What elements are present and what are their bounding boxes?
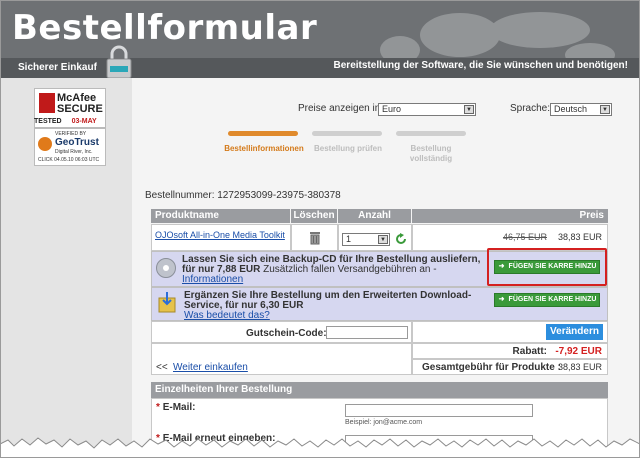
current-price: 38,83 EUR	[557, 232, 602, 242]
coupon-code-input[interactable]	[326, 326, 408, 339]
details-heading: Einzelheiten Ihrer Bestellung	[151, 382, 608, 398]
coupon-cell: Gutschein-Code:	[151, 321, 412, 343]
col-qty: Anzahl	[338, 209, 411, 223]
padlock-icon	[106, 45, 132, 79]
step-label-3: Bestellung vollständig	[409, 144, 453, 163]
language-label: Sprache:	[510, 103, 551, 114]
order-number-value: 1272953099-23975-380378	[217, 190, 341, 201]
price-cell: 46,75 EUR 38,83 EUR	[412, 224, 608, 251]
col-delete: Löschen	[291, 209, 337, 223]
header-subtitle: Bereitstellung der Software, die Sie wün…	[333, 60, 628, 71]
step-bar-2	[312, 131, 382, 136]
geotrust-logo-icon	[38, 137, 52, 151]
add-download-service-label: FÜGEN SIE KARRE HINZU	[508, 296, 597, 303]
page-title: Bestellformular	[12, 8, 318, 48]
backup-info-link[interactable]: Informationen	[182, 274, 243, 285]
required-asterisk: *	[156, 402, 160, 413]
step-bar-3	[396, 131, 466, 136]
backup-offer-shipping: Zusätzlich fallen Versandgebühren an -	[260, 264, 437, 275]
price-display-label: Preise anzeigen in:	[298, 103, 384, 114]
step-bar-1	[228, 131, 298, 136]
order-number: Bestellnummer: 1272953099-23975-380378	[145, 190, 341, 201]
quantity-select[interactable]: 1 ▼	[342, 233, 390, 246]
page-header: Bestellformular Sicherer Einkauf Bereits…	[0, 0, 640, 84]
email-example: Beispiel: jon@acme.com	[345, 419, 423, 426]
highlight-annotation	[487, 248, 607, 286]
qty-cell: 1 ▼	[338, 224, 412, 251]
mcafee-secure-text: SECURE	[57, 103, 103, 115]
torn-edge-decoration	[0, 437, 640, 458]
chevron-down-icon: ▼	[378, 235, 388, 244]
coupon-label: Gutschein-Code:	[246, 328, 327, 339]
discount-value: -7,92 EUR	[555, 346, 602, 357]
cd-icon	[156, 258, 176, 278]
step-label-1: Bestellinformationen	[224, 144, 304, 153]
tested-date: 03-MAY	[71, 118, 97, 125]
geotrust-company: Digital River, Inc.	[55, 149, 93, 155]
continue-shopping-link[interactable]: Weiter einkaufen	[173, 362, 248, 373]
step-label-2: Bestellung prüfen	[313, 144, 382, 153]
product-cell: OJOsoft All-in-One Media Toolkit	[151, 224, 291, 251]
old-price: 46,75 EUR	[502, 232, 547, 242]
col-product: Produktname	[151, 209, 290, 223]
product-link[interactable]: OJOsoft All-in-One Media Toolkit	[155, 230, 285, 240]
email-field[interactable]	[345, 404, 533, 417]
continue-cell: << Weiter einkaufen	[151, 343, 412, 375]
continue-prefix: <<	[156, 362, 168, 373]
download-info-link[interactable]: Was bedeutet das?	[184, 310, 270, 321]
geotrust-badge[interactable]: VERIFIED BY GeoTrust Digital River, Inc.…	[34, 128, 106, 166]
arrow-right-icon: ➜	[498, 296, 505, 303]
currency-select[interactable]: Euro ▼	[378, 103, 476, 116]
mcafee-tested-line: TESTED 03-MAY	[34, 118, 106, 125]
geotrust-name: GeoTrust	[55, 137, 99, 148]
email-label: E-Mail:	[162, 402, 196, 413]
secure-shopping-label: Sicherer Einkauf	[18, 62, 97, 73]
language-select[interactable]: Deutsch ▼	[550, 103, 612, 116]
delete-cell	[291, 224, 338, 251]
tested-label: TESTED	[34, 118, 62, 125]
discount-label: Rabatt:	[512, 346, 547, 357]
language-value: Deutsch	[554, 104, 588, 114]
col-price: Preis	[412, 209, 608, 223]
download-box-icon	[158, 292, 176, 313]
discount-cell: Rabatt: -7,92 EUR	[412, 343, 608, 359]
total-cell: Gesamtgebühr für Produkte : 38,83 EUR	[412, 359, 608, 375]
chevron-down-icon: ▼	[600, 105, 610, 114]
order-number-label: Bestellnummer:	[145, 190, 215, 201]
total-value: 38,83 EUR	[557, 362, 602, 372]
update-button[interactable]: Verändern	[546, 324, 603, 340]
add-download-service-button[interactable]: ➜ FÜGEN SIE KARRE HINZU	[494, 293, 600, 307]
quantity-value: 1	[346, 234, 352, 244]
chevron-down-icon: ▼	[464, 105, 474, 114]
total-label: Gesamtgebühr für Produkte :	[422, 362, 561, 373]
currency-value: Euro	[382, 104, 402, 114]
refresh-icon[interactable]	[395, 233, 407, 245]
geotrust-click: CLICK 04.05.10 06:03 UTC	[38, 157, 100, 163]
mcafee-shield-icon	[39, 93, 55, 113]
trash-icon[interactable]	[309, 231, 321, 245]
